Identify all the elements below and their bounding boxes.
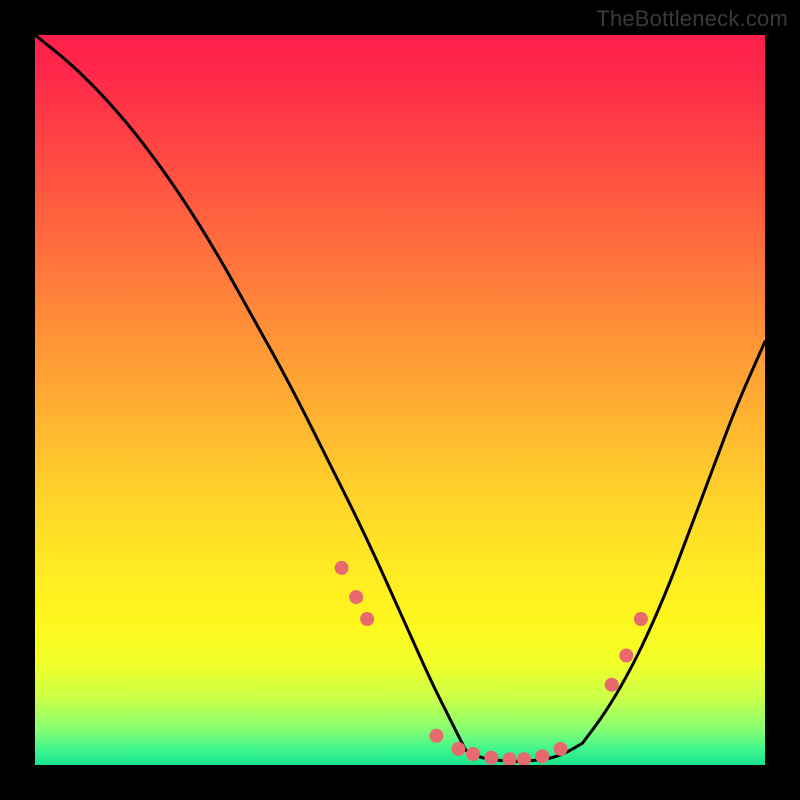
valley-dot <box>535 749 549 763</box>
valley-dot <box>517 752 531 765</box>
valley-dot <box>554 742 568 756</box>
valley-dot <box>634 612 648 626</box>
valley-dot <box>349 590 363 604</box>
bottleneck-curve-path <box>35 35 765 761</box>
plot-area <box>35 35 765 765</box>
curve-layer <box>35 35 765 765</box>
valley-dots-group <box>335 561 648 765</box>
watermark-text: TheBottleneck.com <box>596 6 788 32</box>
valley-dot <box>466 747 480 761</box>
bottleneck-curve <box>35 35 765 761</box>
valley-dot <box>360 612 374 626</box>
valley-dot <box>605 678 619 692</box>
valley-dot <box>619 649 633 663</box>
chart-container: TheBottleneck.com <box>0 0 800 800</box>
valley-dot <box>335 561 349 575</box>
valley-dot <box>503 752 517 765</box>
valley-dot <box>430 729 444 743</box>
valley-dot <box>451 742 465 756</box>
valley-dot <box>484 751 498 765</box>
